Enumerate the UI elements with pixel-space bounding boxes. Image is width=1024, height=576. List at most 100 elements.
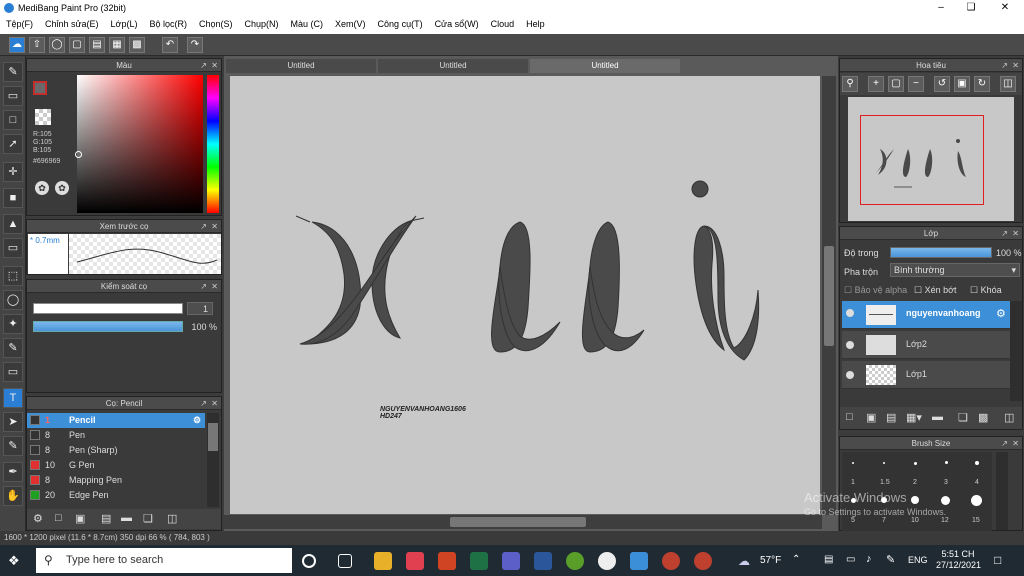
new-brush-icon[interactable]: □ <box>55 512 62 524</box>
eye-icon[interactable] <box>846 309 854 317</box>
panel-close-icon[interactable]: ✕ <box>211 59 218 72</box>
weather-icon[interactable]: ☁ <box>738 554 750 568</box>
line-tool-icon[interactable]: ➚ <box>3 134 23 154</box>
brush-size-scrollbar[interactable] <box>996 452 1008 530</box>
volume-icon[interactable]: ♪ <box>866 553 872 565</box>
menu-filter[interactable]: Bộ lọc(R) <box>143 16 193 34</box>
zoom-fit-icon[interactable]: ⚲ <box>842 76 858 92</box>
layer-row-lop1[interactable]: Lớp1 <box>842 361 1010 389</box>
redo-icon[interactable]: ↷ <box>187 37 203 53</box>
minimize-button[interactable]: – <box>926 0 956 16</box>
brush-list-scrollbar[interactable] <box>207 413 219 507</box>
notification-icon[interactable]: □ <box>994 553 1001 567</box>
clipping-checkbox[interactable]: ☐ Xén bớt <box>914 285 957 296</box>
zoom-in-icon[interactable]: + <box>868 76 884 92</box>
hand-tool-icon[interactable]: ✋ <box>3 486 23 506</box>
copy-brush-icon[interactable]: ▤ <box>101 512 111 525</box>
palette-icon[interactable]: ✿ <box>35 181 49 195</box>
menu-tools[interactable]: Công cụ(T) <box>372 16 429 34</box>
vertical-scrollbar[interactable] <box>822 76 836 515</box>
brush-tool-icon[interactable]: ✎ <box>3 62 23 82</box>
comment-icon[interactable]: ▢ <box>69 37 85 53</box>
eye-icon[interactable] <box>846 341 854 349</box>
menu-help[interactable]: Help <box>520 16 551 34</box>
folder-icon[interactable]: ▬ <box>932 411 943 423</box>
menu-view[interactable]: Xem(V) <box>329 16 372 34</box>
popout-icon[interactable]: ↗ <box>200 220 207 233</box>
new-layer-icon[interactable]: □ <box>846 411 853 423</box>
layer-scrollbar[interactable] <box>1010 301 1022 401</box>
add-brush-icon[interactable]: ▣ <box>75 512 85 525</box>
size-dot-1-5[interactable] <box>883 462 885 464</box>
powerpoint-icon[interactable] <box>438 552 456 570</box>
list-item[interactable]: 8 Pen <box>27 428 205 443</box>
transparent-color-swatch[interactable] <box>35 109 51 125</box>
excel-icon[interactable] <box>470 552 488 570</box>
add-layer-menu-icon[interactable]: ▦▾ <box>906 411 922 424</box>
lasso-tool-icon[interactable]: ◯ <box>3 290 23 310</box>
tab-document-1[interactable]: Untitled <box>226 59 376 73</box>
popout-icon[interactable]: ↗ <box>1001 59 1008 72</box>
rotate-right-icon[interactable]: ↻ <box>974 76 990 92</box>
teams-icon[interactable] <box>502 552 520 570</box>
palette-add-icon[interactable]: ✿ <box>55 181 69 195</box>
folder-icon[interactable]: ▬ <box>121 512 132 524</box>
brush-size-slider[interactable] <box>33 303 183 314</box>
medibang-icon[interactable] <box>630 552 648 570</box>
popout-icon[interactable]: ↗ <box>200 59 207 72</box>
size-dot-2[interactable] <box>914 462 917 465</box>
list-item[interactable]: 10 G Pen <box>27 458 205 473</box>
hue-slider[interactable] <box>207 75 219 213</box>
duplicate-icon[interactable]: ❏ <box>143 512 153 525</box>
move-tool-icon[interactable]: ✛ <box>3 162 23 182</box>
menu-window[interactable]: Cửa sổ(W) <box>429 16 485 34</box>
merge-layer-icon[interactable]: ▩ <box>978 411 988 424</box>
rotate-left-icon[interactable]: ↺ <box>934 76 950 92</box>
list-item[interactable]: 8 Mapping Pen <box>27 473 205 488</box>
actual-size-icon[interactable]: ▣ <box>954 76 970 92</box>
color-picker-cursor[interactable] <box>75 151 82 158</box>
upload-icon[interactable]: ⇧ <box>29 37 45 53</box>
saturation-value-picker[interactable] <box>77 75 203 213</box>
windows-start-icon[interactable]: ❖ <box>8 554 22 568</box>
shape-tool-icon[interactable]: □ <box>3 110 23 130</box>
layer-opacity-slider[interactable] <box>890 247 992 258</box>
panel-close-icon[interactable]: ✕ <box>1012 437 1019 450</box>
gradient-tool-icon[interactable]: ▭ <box>3 238 23 258</box>
game-icon-2[interactable] <box>694 552 712 570</box>
size-dot-3[interactable] <box>945 461 948 464</box>
bucket-tool-icon[interactable]: ▲ <box>3 214 23 234</box>
eye-icon[interactable] <box>846 371 854 379</box>
duplicate-layer-icon[interactable]: ❏ <box>958 411 968 424</box>
gear-icon[interactable]: ⚙ <box>193 413 201 428</box>
popout-icon[interactable]: ↗ <box>200 397 207 410</box>
layer-row-lop2[interactable]: Lớp2 <box>842 331 1010 359</box>
panel-close-icon[interactable]: ✕ <box>1012 59 1019 72</box>
protect-alpha-checkbox[interactable]: ☐ Bảo vệ alpha <box>844 285 907 296</box>
menu-color[interactable]: Màu (C) <box>285 16 330 34</box>
trash-icon[interactable]: ◫ <box>167 512 177 525</box>
task-view-icon[interactable] <box>338 554 352 568</box>
close-button[interactable]: ✕ <box>990 0 1020 16</box>
foreground-color-swatch[interactable] <box>33 81 47 95</box>
fill-rect-tool-icon[interactable]: ■ <box>3 188 23 208</box>
game-icon[interactable] <box>662 552 680 570</box>
layout-icon[interactable]: ▦ <box>109 37 125 53</box>
maximize-button[interactable]: ❏ <box>956 0 986 16</box>
size-dot-1[interactable] <box>852 462 854 464</box>
menu-cloud[interactable]: Cloud <box>485 16 521 34</box>
taskbar-search-box[interactable]: ⚲ Type here to search <box>36 548 292 573</box>
menu-file[interactable]: Tệp(F) <box>0 16 39 34</box>
menu-layer[interactable]: Lớp(L) <box>105 16 144 34</box>
app-icon[interactable] <box>566 552 584 570</box>
fit-window-icon[interactable]: ▢ <box>888 76 904 92</box>
select-rect-tool-icon[interactable]: ⬚ <box>3 266 23 286</box>
panel-close-icon[interactable]: ✕ <box>1012 227 1019 240</box>
pen-icon[interactable]: ✎ <box>886 553 895 566</box>
word-icon[interactable] <box>534 552 552 570</box>
select-eraser-tool-icon[interactable]: ▭ <box>3 362 23 382</box>
menu-snap[interactable]: Chụp(N) <box>239 16 285 34</box>
operation-tool-icon[interactable]: ➤ <box>3 412 23 432</box>
brush-size-value[interactable]: 1 <box>187 302 213 315</box>
list-item[interactable]: 1 Pencil ⚙ <box>27 413 205 428</box>
